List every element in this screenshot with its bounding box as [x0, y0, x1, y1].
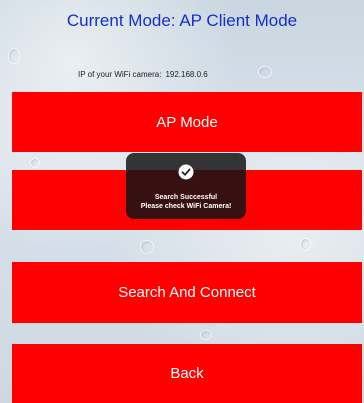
background-droplet — [140, 240, 154, 254]
background-droplet — [200, 330, 212, 340]
ap-mode-button[interactable]: AP Mode — [12, 92, 362, 152]
background-droplet — [30, 158, 40, 168]
toast-message: Please check WiFi Camera! — [140, 203, 232, 210]
search-success-toast: Search Successful Please check WiFi Came… — [126, 153, 246, 219]
current-mode-title: Current Mode: AP Client Mode — [66, 11, 298, 30]
background-droplet — [8, 48, 20, 64]
checkmark-icon — [178, 164, 194, 180]
camera-ip-label: IP of your WiFi camera: — [78, 70, 162, 79]
background-droplet — [300, 238, 311, 251]
toast-title: Search Successful — [154, 194, 218, 201]
camera-ip-row: IP of your WiFi camera: 192.168.0.6 — [78, 70, 208, 79]
background-droplet — [258, 66, 272, 78]
camera-ip-value: 192.168.0.6 — [165, 70, 208, 79]
search-and-connect-button[interactable]: Search And Connect — [12, 262, 362, 323]
back-button[interactable]: Back — [12, 344, 362, 403]
